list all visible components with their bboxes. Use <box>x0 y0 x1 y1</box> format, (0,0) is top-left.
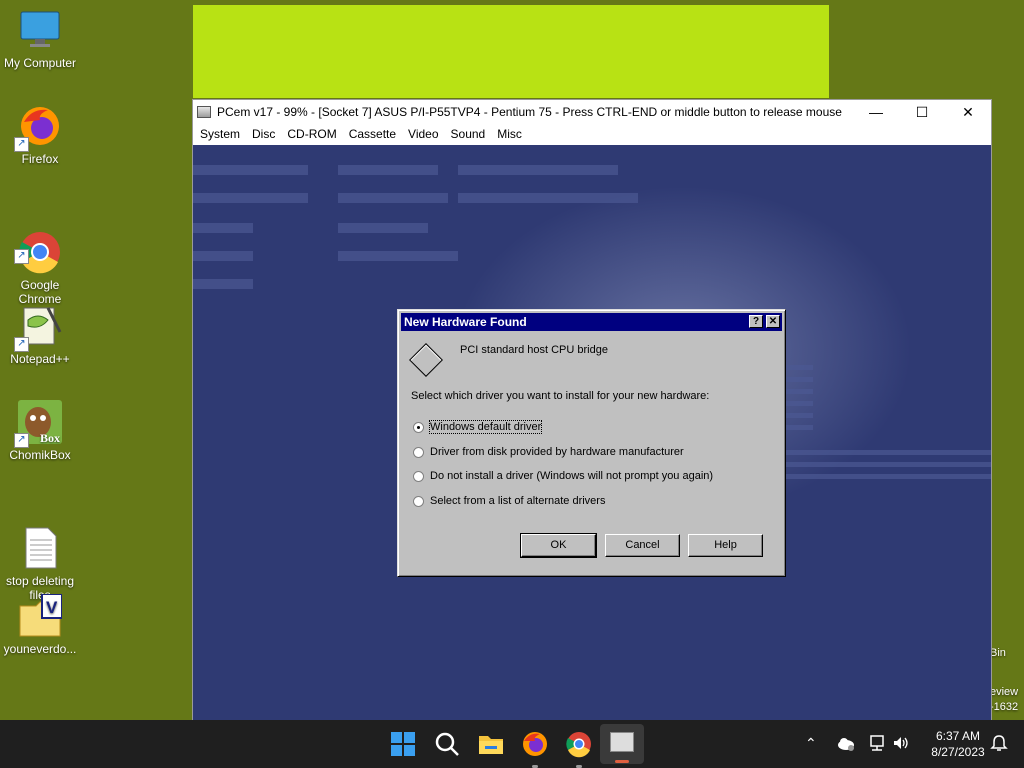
clock[interactable]: 6:37 AM 8/27/2023 <box>918 729 998 759</box>
radio-windows-default-driver[interactable] <box>413 422 424 433</box>
onedrive-cloud-icon[interactable] <box>836 734 856 755</box>
option-label[interactable]: Driver from disk provided by hardware ma… <box>430 446 684 458</box>
help-question-button[interactable]: ? <box>749 315 763 328</box>
active-indicator <box>615 760 629 763</box>
desktop-icon-label: youneverdo... <box>3 642 77 656</box>
help-button[interactable]: Help <box>688 534 763 557</box>
menu-video[interactable]: Video <box>402 127 444 141</box>
desktop-icon-chrome[interactable]: ↗ Google Chrome <box>0 202 80 320</box>
show-hidden-icons-chevron-icon[interactable]: ⌃ <box>805 735 817 752</box>
new-hardware-dialog: New Hardware Found ? ✕ PCI standard host… <box>397 309 786 577</box>
desktop-icon-label: My Computer <box>3 56 77 70</box>
search-icon[interactable] <box>433 730 461 758</box>
option-label[interactable]: Select from a list of alternate drivers <box>430 495 605 507</box>
firefox-taskbar-icon[interactable] <box>521 730 549 758</box>
desktop-partial-label: eview <box>990 686 1019 698</box>
menu-cassette[interactable]: Cassette <box>343 127 402 141</box>
desktop-icon-chomikbox[interactable]: Box ↗ ChomikBox <box>0 400 80 462</box>
desktop-icon-label: Notepad++ <box>10 352 70 366</box>
notepadpp-icon: ↗ <box>14 304 62 352</box>
minimize-button[interactable]: — <box>853 100 899 124</box>
vbs-file-icon: V <box>18 593 63 638</box>
desktop-icon-label: ChomikBox <box>9 448 71 462</box>
device-name: PCI standard host CPU bridge <box>460 344 608 356</box>
pcem-title-bar[interactable]: PCem v17 - 99% - [Socket 7] ASUS P/I-P55… <box>193 100 991 124</box>
network-icon[interactable] <box>868 734 886 755</box>
menu-system[interactable]: System <box>194 127 246 141</box>
pcem-app-icon <box>197 106 211 118</box>
ok-button[interactable]: OK <box>520 533 597 558</box>
volume-icon[interactable] <box>892 734 910 755</box>
pcem-menu-bar: System Disc CD-ROM Cassette Video Sound … <box>193 124 991 144</box>
desktop-icon-label: Google Chrome <box>18 278 62 306</box>
dialog-title: New Hardware Found <box>404 315 527 329</box>
radio-driver-from-disk[interactable] <box>413 447 424 458</box>
driver-prompt: Select which driver you want to install … <box>411 390 710 402</box>
radio-do-not-install[interactable] <box>413 471 424 482</box>
dialog-close-button[interactable]: ✕ <box>766 315 780 328</box>
menu-cd-rom[interactable]: CD-ROM <box>281 127 342 141</box>
start-windows-icon[interactable] <box>389 730 417 758</box>
background-window <box>193 5 829 98</box>
maximize-button[interactable]: ☐ <box>899 100 945 124</box>
pcem-taskbar-icon <box>610 732 634 752</box>
desktop-icon-my-computer[interactable]: My Computer <box>0 8 80 70</box>
firefox-icon: ↗ <box>14 104 62 152</box>
chomikbox-icon: Box ↗ <box>14 400 62 448</box>
shortcut-arrow-icon: ↗ <box>14 433 29 448</box>
shortcut-arrow-icon: ↗ <box>14 137 29 152</box>
menu-sound[interactable]: Sound <box>445 127 492 141</box>
text-file-icon <box>18 512 62 569</box>
desktop-icon-notepadpp[interactable]: ↗ Notepad++ <box>0 304 80 366</box>
cancel-button[interactable]: Cancel <box>605 534 680 557</box>
desktop-partial-label: Bin <box>990 647 1006 659</box>
desktop-icon-youneverdo[interactable]: V youneverdo... <box>0 593 80 656</box>
option-label[interactable]: Do not install a driver (Windows will no… <box>430 470 713 482</box>
notification-bell-icon[interactable] <box>990 734 1008 755</box>
chrome-icon: ↗ <box>14 216 62 274</box>
desktop-partial-label: -1632 <box>990 701 1019 713</box>
desktop-icon-label: Firefox <box>21 152 59 166</box>
file-explorer-icon[interactable] <box>477 730 505 758</box>
clock-date: 8/27/2023 <box>931 745 985 759</box>
monitor-icon <box>18 8 62 52</box>
dialog-title-bar[interactable]: New Hardware Found ? ✕ <box>401 313 782 331</box>
radio-alternate-drivers[interactable] <box>413 496 424 507</box>
chrome-taskbar-icon[interactable] <box>565 730 593 758</box>
shortcut-arrow-icon: ↗ <box>14 337 29 352</box>
hardware-device-icon <box>409 343 443 377</box>
svg-text:Box: Box <box>40 431 60 444</box>
close-button[interactable]: ✕ <box>945 100 991 124</box>
menu-misc[interactable]: Misc <box>491 127 528 141</box>
pcem-taskbar-button[interactable] <box>600 724 644 764</box>
shortcut-arrow-icon: ↗ <box>14 249 29 264</box>
svg-text:V: V <box>46 598 58 617</box>
menu-disc[interactable]: Disc <box>246 127 281 141</box>
taskbar: ⌃ 6:37 AM 8/27/2023 <box>0 720 1024 768</box>
pcem-window-title: PCem v17 - 99% - [Socket 7] ASUS P/I-P55… <box>217 105 842 119</box>
clock-time: 6:37 AM <box>935 729 981 743</box>
desktop-icon-firefox[interactable]: ↗ Firefox <box>0 104 80 166</box>
option-label[interactable]: Windows default driver <box>428 420 543 434</box>
